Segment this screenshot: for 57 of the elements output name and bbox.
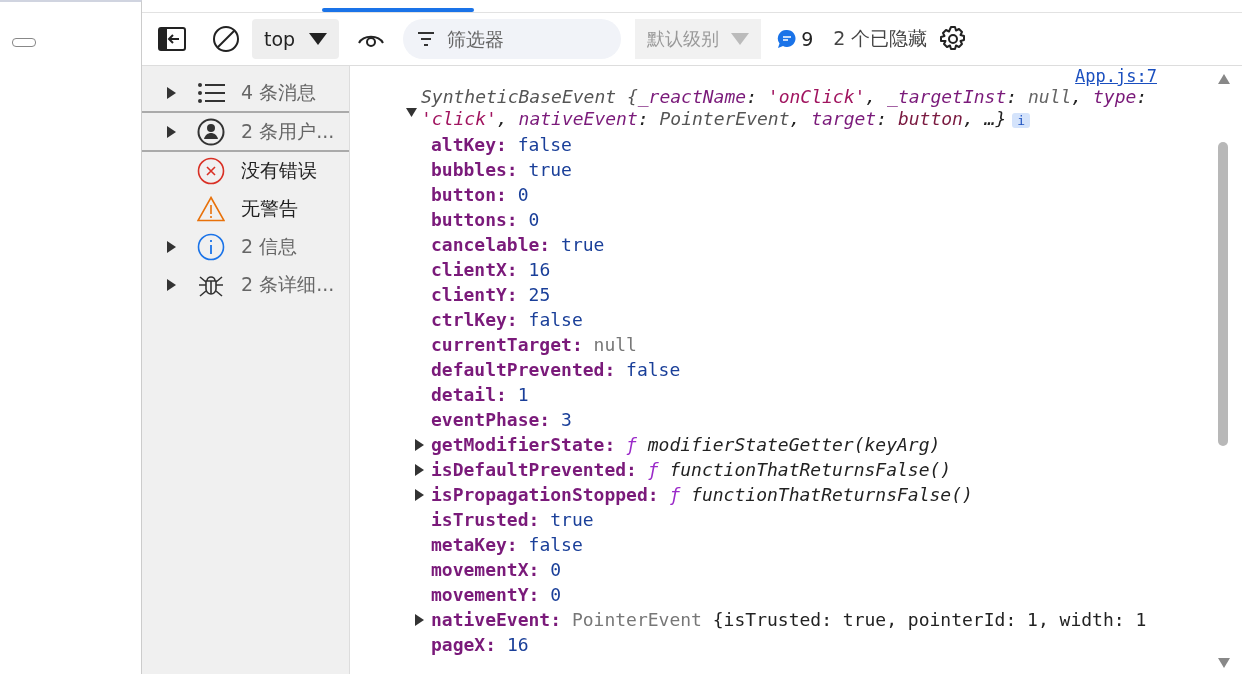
filter-item[interactable]: 2 条用户... [241,118,335,145]
expand-arrow-icon[interactable] [414,613,425,626]
error-icon [197,157,225,185]
sidebar-toggle-icon[interactable] [158,27,186,51]
expand-arrow-icon[interactable] [414,488,425,501]
property-line: clientX: 16 [431,259,551,280]
property-line: button: 0 [431,184,529,205]
caret-icon [731,33,750,45]
property-line: defaultPrevented: false [431,359,681,380]
expand-arrow-icon[interactable] [406,106,417,118]
property-line[interactable]: getModifierState: ƒ modifierStateGetter(keyArg) [431,434,941,455]
property-line: altKey: false [431,134,572,155]
property-line: cancelable: true [431,234,605,255]
expand-arrow-icon[interactable] [166,86,177,99]
scroll-up-icon[interactable] [1218,74,1230,84]
hidden-count: 2 个已隐藏 [833,26,928,51]
filter-item[interactable]: 没有错误 [241,158,317,184]
property-line: buttons: 0 [431,209,540,230]
scrollbar-thumb[interactable] [1218,142,1228,446]
source-link[interactable]: App.js:7 [406,66,1157,86]
list-icon [197,81,225,104]
property-line[interactable]: isPropagationStopped: ƒ functionThatReturnsFalse() [431,484,973,505]
settings-icon[interactable] [939,25,968,53]
context-dropdown[interactable]: top [252,19,340,59]
user-icon [197,117,225,146]
expand-arrow-icon[interactable] [166,241,177,253]
expand-arrow-icon[interactable] [166,125,177,138]
expand-arrow-icon[interactable] [414,438,425,451]
property-line: pageX: 16 [431,634,529,655]
filter-item[interactable]: 2 条详细... [241,272,335,298]
property-line: detail: 1 [431,384,529,405]
property-line: movementX: 0 [431,559,562,580]
property-line: eventPhase: 3 [431,409,572,430]
event-summary: SyntheticBaseEvent {_reactName: 'onClick', _targetInst: null, type: 'click', nativeEvent: PointerEvent, target: button, …} i [421,86,1149,131]
message-count: 9 [801,28,814,50]
filter-item[interactable]: 4 条消息 [241,79,317,106]
property-line: clientY: 25 [431,284,551,305]
property-line: bubbles: true [431,159,572,180]
property-line[interactable]: isDefaultPrevented: ƒ functionThatReturnsFalse() [431,459,952,480]
clear-console-icon[interactable] [212,25,240,53]
info-icon [197,233,225,261]
property-line: metaKey: false [431,534,583,555]
property-line: currentTarget: null [431,334,637,355]
scroll-down-icon[interactable] [1218,658,1230,668]
property-line: isTrusted: true [431,509,594,530]
message-icon [777,29,798,49]
property-line: movementY: 0 [431,584,562,605]
caret-icon [309,33,328,45]
expand-arrow-icon[interactable] [414,463,425,476]
small-button[interactable] [12,38,36,47]
filter-item[interactable]: 2 信息 [241,234,298,260]
property-line[interactable]: nativeEvent: PointerEvent {isTrusted: true, pointerId: 1, width: 1 [431,609,1147,630]
filter-field[interactable]: 筛选器 [403,19,622,59]
filter-item[interactable]: 无警告 [241,196,298,222]
expand-arrow-icon[interactable] [166,279,177,291]
warning-icon [197,196,225,222]
property-line: ctrlKey: false [431,309,583,330]
